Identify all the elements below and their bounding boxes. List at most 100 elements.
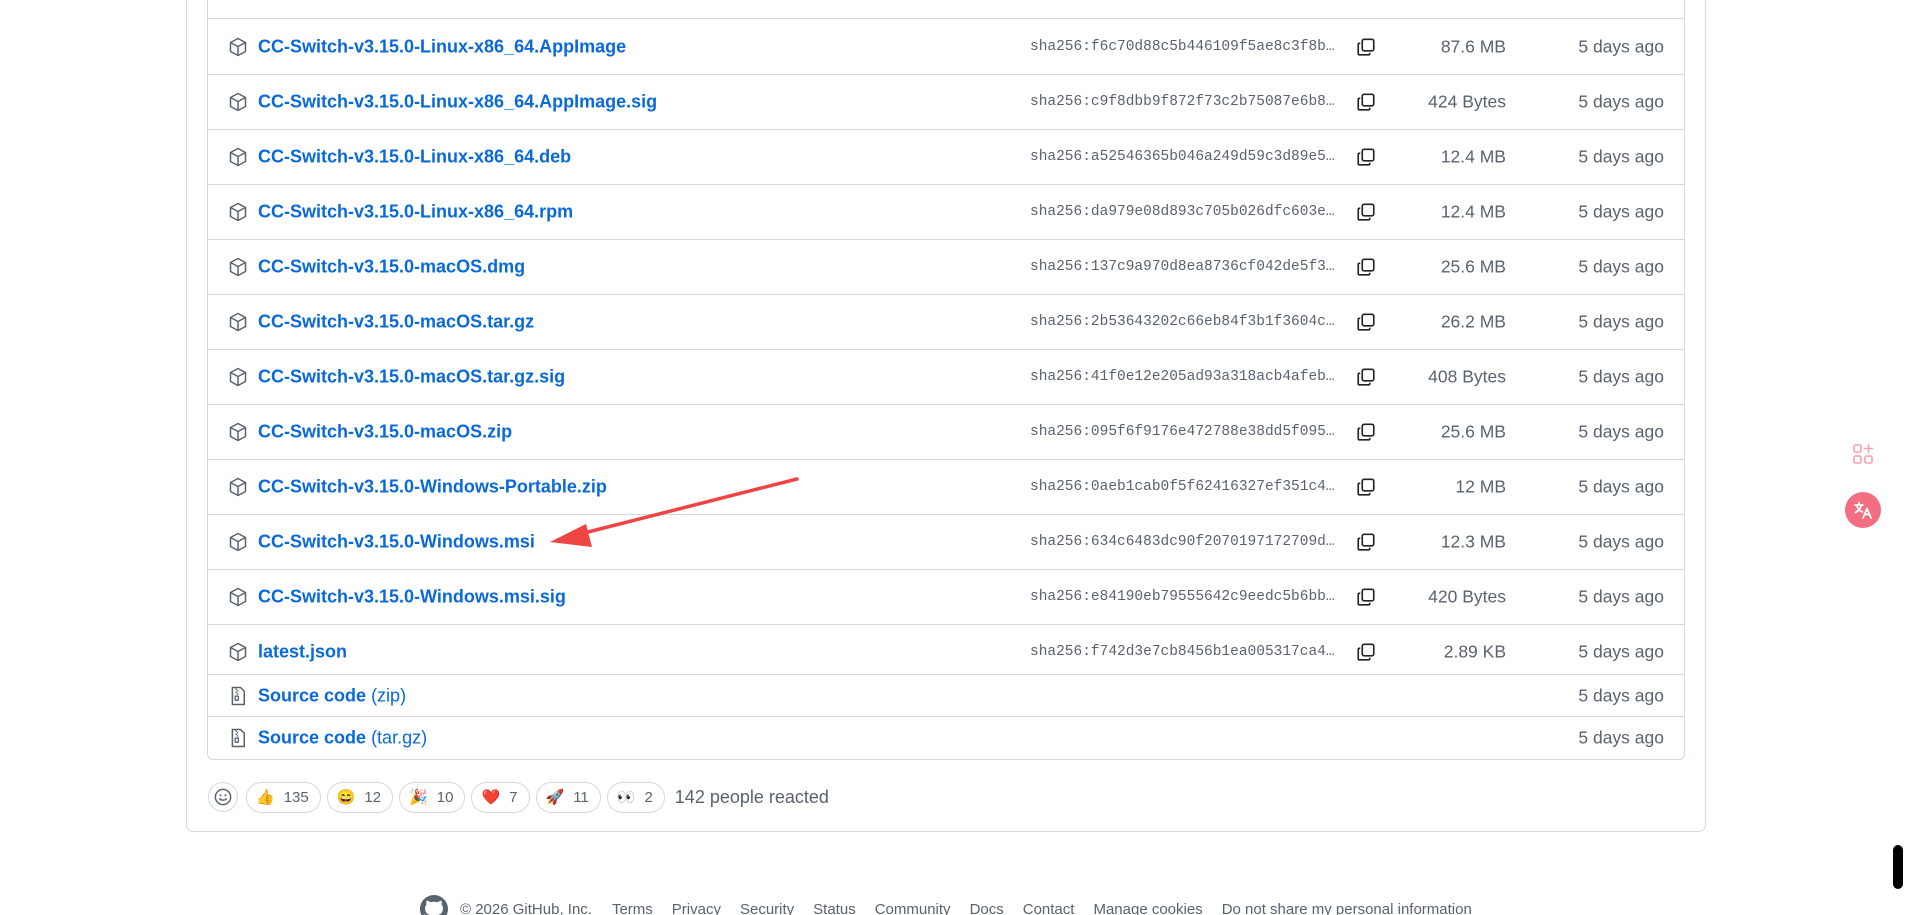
copy-sha-button[interactable] (1353, 584, 1379, 610)
copy-icon (1357, 148, 1375, 166)
asset-date: 5 days ago (1578, 311, 1664, 332)
source-code-row: Source code (tar.gz) 5 days ago (208, 716, 1684, 758)
asset-date: 5 days ago (1578, 531, 1664, 552)
assets-list: CC-Switch-v3.15.0-Linux-x86_64.AppImages… (207, 0, 1685, 760)
copy-sha-button[interactable] (1353, 474, 1379, 500)
asset-sha256: sha256:2b53643202c66eb84f3b1f3604c64… (1030, 314, 1335, 330)
reaction-count: 11 (573, 788, 589, 806)
source-code-format: (zip) (371, 685, 407, 705)
package-icon (229, 257, 247, 277)
source-code-link[interactable]: Source code (tar.gz) (258, 727, 427, 748)
copy-sha-button[interactable] (1353, 144, 1379, 170)
footer-link[interactable]: Contact (1023, 901, 1075, 915)
footer-link[interactable]: Community (875, 901, 951, 915)
asset-size: 408 Bytes (1428, 366, 1506, 387)
asset-link[interactable]: CC-Switch-v3.15.0-Linux-x86_64.AppImage.… (258, 92, 657, 113)
asset-size: 87.6 MB (1440, 36, 1506, 57)
asset-sha256: sha256:e84190eb79555642c9eedc5b6bbff… (1030, 589, 1335, 605)
source-code-label: Source code (258, 685, 367, 705)
package-icon (229, 477, 247, 497)
copy-sha-button[interactable] (1353, 419, 1379, 445)
asset-date: 5 days ago (1578, 476, 1664, 497)
reaction-pill[interactable]: 👀 2 (606, 781, 665, 813)
reaction-count: 12 (364, 788, 382, 806)
copy-icon (1357, 423, 1375, 441)
asset-size: 25.6 MB (1440, 421, 1506, 442)
site-footer: © 2026 GitHub, Inc. Terms Privacy Security… (420, 895, 1491, 915)
reaction-emoji: ❤️ (481, 788, 501, 806)
asset-row: CC-Switch-v3.15.0-Windows.msi sha256:634c… (208, 514, 1684, 569)
source-code-link[interactable]: Source code (zip) (258, 685, 406, 706)
copy-sha-button[interactable] (1353, 199, 1379, 225)
asset-link[interactable]: CC-Switch-v3.15.0-macOS.zip (258, 422, 512, 443)
asset-sha256: sha256:f6c70d88c5b446109f5ae8c3f8b3a… (1030, 39, 1335, 55)
copy-sha-button[interactable] (1353, 529, 1379, 555)
reacted-summary: 142 people reacted (674, 786, 829, 807)
copy-sha-button[interactable] (1353, 89, 1379, 115)
reaction-emoji: 🚀 (545, 788, 565, 806)
copy-sha-button[interactable] (1353, 309, 1379, 335)
footer-link[interactable]: Do not share my personal information (1222, 901, 1472, 915)
footer-link[interactable]: Terms (612, 901, 653, 915)
copy-icon (1357, 478, 1375, 496)
footer-link[interactable]: Privacy (672, 901, 721, 915)
asset-link[interactable]: CC-Switch-v3.15.0-Windows.msi.sig (258, 587, 566, 608)
asset-row: CC-Switch-v3.15.0-Linux-x86_64.AppImage.… (208, 74, 1684, 129)
asset-row: CC-Switch-v3.15.0-macOS.tar.gz sha256:2b5… (208, 294, 1684, 349)
copy-sha-button[interactable] (1353, 364, 1379, 390)
package-icon (229, 422, 247, 442)
copy-icon (1357, 313, 1375, 331)
package-icon (229, 202, 247, 222)
add-reaction-button[interactable] (208, 782, 238, 812)
side-tool-translate[interactable] (1845, 492, 1881, 528)
asset-link[interactable]: CC-Switch-v3.15.0-Linux-x86_64.deb (258, 147, 571, 168)
reaction-count: 135 (283, 788, 309, 806)
asset-link[interactable]: CC-Switch-v3.15.0-Linux-x86_64.AppImage (258, 37, 626, 58)
reaction-emoji: 🎉 (409, 788, 428, 806)
asset-link[interactable]: CC-Switch-v3.15.0-Windows.msi (258, 532, 535, 553)
reaction-pill[interactable]: 😄 12 (326, 781, 394, 813)
footer-link[interactable]: Status (813, 901, 856, 915)
package-icon (229, 532, 247, 552)
copy-sha-button[interactable] (1353, 254, 1379, 280)
asset-row: CC-Switch-v3.15.0-Windows-Portable.zip sh… (208, 459, 1684, 514)
copy-icon (1357, 258, 1375, 276)
asset-sha256: sha256:a52546365b046a249d59c3d89e55f… (1030, 149, 1335, 165)
asset-link[interactable]: CC-Switch-v3.15.0-macOS.dmg (258, 257, 525, 278)
asset-date: 5 days ago (1578, 256, 1664, 277)
asset-row: CC-Switch-v3.15.0-Windows.msi.sig sha256:… (208, 569, 1684, 624)
asset-link[interactable]: latest.json (258, 642, 347, 663)
apps-add-icon (1853, 443, 1874, 464)
reaction-pill[interactable]: 🚀 11 (535, 781, 601, 813)
asset-size: 2.89 KB (1443, 641, 1506, 662)
asset-row: CC-Switch-v3.15.0-Linux-x86_64.AppImage s… (208, 0, 1684, 74)
asset-date: 5 days ago (1578, 91, 1664, 112)
asset-sha256: sha256:c9f8dbb9f872f73c2b75087e6b8a6… (1030, 94, 1335, 110)
scrollbar-thumb[interactable] (1893, 845, 1903, 889)
source-code-date: 5 days ago (1578, 727, 1664, 747)
copy-sha-button[interactable] (1353, 639, 1379, 665)
asset-size: 12.4 MB (1440, 146, 1506, 167)
file-zip-icon (231, 728, 245, 747)
asset-link[interactable]: CC-Switch-v3.15.0-Windows-Portable.zip (258, 477, 607, 498)
reaction-pill[interactable]: 🎉 10 (399, 781, 466, 813)
reaction-count: 7 (509, 788, 518, 806)
copy-icon (1357, 203, 1375, 221)
footer-link[interactable]: Security (740, 901, 794, 915)
side-tool-apps[interactable] (1845, 436, 1881, 472)
reaction-pill[interactable]: ❤️ 7 (471, 781, 530, 813)
github-logo-icon[interactable] (420, 895, 448, 915)
reaction-pill[interactable]: 👍 135 (246, 781, 321, 813)
asset-link[interactable]: CC-Switch-v3.15.0-macOS.tar.gz (258, 312, 534, 333)
source-code-row: Source code (zip) 5 days ago (208, 674, 1684, 716)
package-icon (229, 642, 247, 662)
asset-link[interactable]: CC-Switch-v3.15.0-Linux-x86_64.rpm (258, 202, 573, 223)
reaction-count: 2 (644, 788, 653, 806)
asset-link[interactable]: CC-Switch-v3.15.0-macOS.tar.gz.sig (258, 367, 565, 388)
footer-link[interactable]: Docs (970, 901, 1004, 915)
asset-row: CC-Switch-v3.15.0-macOS.tar.gz.sig sha256… (208, 349, 1684, 404)
reaction-emoji: 👍 (256, 788, 275, 806)
copy-sha-button[interactable] (1353, 34, 1379, 60)
footer-link[interactable]: Manage cookies (1093, 901, 1202, 915)
asset-size: 12.3 MB (1440, 531, 1506, 552)
